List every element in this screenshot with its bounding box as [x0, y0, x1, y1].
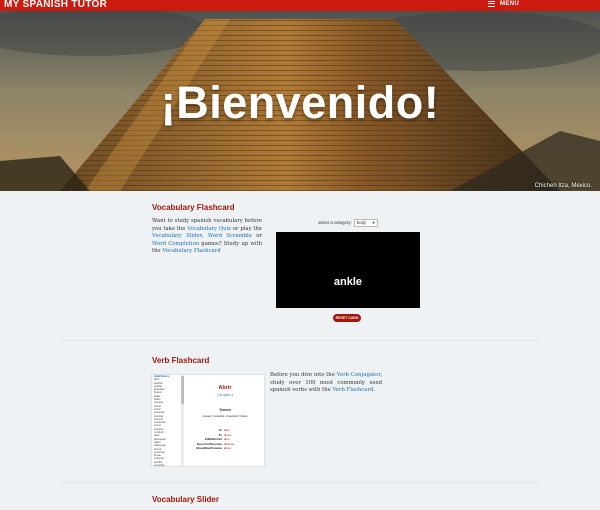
- vocab-flashcard-description: Want to study spanish vocabulary before …: [152, 218, 262, 256]
- reset-card-button[interactable]: RESET CARD: [333, 314, 361, 322]
- section-divider: [60, 482, 540, 483]
- hero-banner: ¡Bienvenido! Chichen Itza, Mexico.: [0, 11, 600, 191]
- category-select-group: select a category: body ▾: [318, 219, 378, 227]
- flashcard-word: ankle: [333, 276, 363, 288]
- text: or play the: [231, 225, 262, 232]
- verb-list-scrollbar[interactable]: [181, 375, 184, 466]
- menu-label: MENU: [500, 1, 520, 7]
- chevron-down-icon: ▾: [372, 220, 375, 225]
- text: or: [251, 233, 262, 240]
- hero-title: ¡Bienvenido!: [160, 77, 440, 128]
- verb-title: Abrir: [218, 385, 232, 391]
- verb-list-item[interactable]: escuchar: [154, 464, 183, 466]
- text: .: [373, 387, 375, 394]
- pronoun: Ellos/Ellas/Ustedes: [196, 446, 222, 451]
- flashcard[interactable]: ankle: [276, 232, 420, 308]
- category-select-value: body: [356, 220, 367, 225]
- text: Before you dive into the: [270, 372, 337, 378]
- word-completion-link[interactable]: Word Completion: [152, 241, 199, 247]
- scrollbar-thumb[interactable]: [181, 376, 184, 404]
- vocab-slider-heading: Vocabulary Slider: [152, 495, 219, 504]
- verb-list: Indefinitives abrir aceptar ayudar aprender…: [152, 375, 184, 466]
- verb-flashcard-heading: Verb Flashcard: [152, 356, 210, 365]
- category-select[interactable]: body ▾: [353, 219, 378, 227]
- verb-flashcard-description: Before you dive into the Verb Conjugator…: [270, 372, 382, 395]
- category-select-label: select a category:: [318, 220, 352, 226]
- verb-flashcard-link[interactable]: Verb Flashcard: [332, 387, 373, 393]
- verb-form: abren: [224, 446, 232, 451]
- word-scramble-link[interactable]: Word Scramble: [208, 233, 252, 239]
- verb-conjugator-link[interactable]: Verb Conjugator: [337, 372, 381, 378]
- vocabulary-quiz-link[interactable]: Vocabulary Quiz: [187, 226, 231, 232]
- menu-button[interactable]: MENU: [488, 1, 519, 7]
- verb-flashcard-preview[interactable]: Indefinitives abrir aceptar ayudar aprender…: [151, 374, 265, 467]
- tenses-tabs[interactable]: present | preterite | imperfect | future: [186, 414, 264, 418]
- vocabulary-slider-link[interactable]: Vocabulary Slider: [152, 233, 202, 239]
- conjugation-table: Yo abro Tú abres Él/Ella/Usted abre Nosotros/N…: [186, 428, 264, 451]
- vocab-flashcard-heading: Vocabulary Flashcard: [152, 203, 235, 212]
- hero-caption: Chichen Itza, Mexico.: [534, 183, 592, 189]
- vocabulary-flashcard-link[interactable]: Vocabulary Flashcard: [162, 248, 220, 254]
- hamburger-icon: [488, 1, 495, 7]
- conjugation-row: Ellos/Ellas/Ustedes abren: [186, 446, 264, 451]
- top-nav-bar: MY SPANISH TUTOR MENU: [0, 0, 600, 11]
- site-logo[interactable]: MY SPANISH TUTOR: [4, 0, 107, 11]
- section-divider: [60, 340, 540, 341]
- tenses-title: Tenses: [219, 408, 231, 412]
- verb-meaning: [ to open ]: [217, 393, 233, 397]
